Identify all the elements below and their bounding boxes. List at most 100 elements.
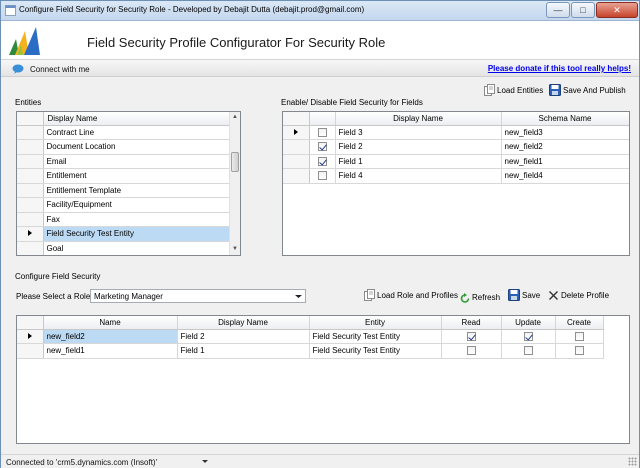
row-header[interactable] [17, 197, 44, 213]
security-entity[interactable]: Field Security Test Entity [309, 329, 442, 344]
entity-row[interactable]: Email [17, 154, 232, 169]
fields-column-schema-name[interactable]: Schema Name [501, 112, 629, 126]
field-enable-cell[interactable] [309, 139, 336, 155]
fields-column-display-name[interactable]: Display Name [335, 112, 502, 126]
update-cell[interactable] [501, 343, 556, 359]
security-field-name[interactable]: new_field1 [43, 343, 178, 359]
chat-bubble-icon[interactable] [12, 64, 24, 74]
security-display-name[interactable]: Field 1 [177, 343, 310, 359]
maximize-icon[interactable]: □ [571, 2, 595, 18]
create-cell[interactable] [555, 343, 604, 359]
row-header[interactable] [17, 212, 44, 227]
column-update[interactable]: Update [501, 316, 556, 330]
role-select[interactable]: Marketing Manager [90, 289, 306, 303]
donate-link[interactable]: Please donate if this tool really helps! [488, 64, 631, 73]
update-cell[interactable] [501, 329, 556, 344]
row-header[interactable] [17, 343, 44, 359]
entity-row[interactable]: Goal [17, 241, 232, 255]
security-display-name[interactable]: Field 2 [177, 329, 310, 344]
field-enable-cell[interactable] [309, 154, 336, 169]
entity-name[interactable]: Contract Line [43, 125, 232, 140]
entities-column-header[interactable]: Display Name [43, 112, 232, 126]
minimize-icon[interactable]: — [546, 2, 570, 18]
update-checkbox[interactable] [523, 346, 533, 356]
entity-name[interactable]: Facility/Equipment [43, 197, 232, 213]
security-entity[interactable]: Field Security Test Entity [309, 343, 442, 359]
column-create[interactable]: Create [555, 316, 604, 330]
field-schema-name[interactable]: new_field3 [501, 125, 629, 140]
entity-name[interactable]: Field Security Test Entity [43, 226, 232, 242]
security-row[interactable]: new_field1 Field 1 Field Security Test Ent… [17, 343, 629, 359]
entity-name[interactable]: Fax [43, 212, 232, 227]
refresh-button[interactable]: Refresh [460, 290, 500, 304]
field-row[interactable]: Field 2 new_field2 [283, 139, 629, 155]
field-row[interactable]: Field 1 new_field1 [283, 154, 629, 169]
connect-with-me-link[interactable]: Connect with me [30, 65, 90, 74]
field-enable-checkbox[interactable] [317, 142, 327, 152]
entities-scrollbar[interactable]: ▲ ▼ [229, 112, 240, 255]
field-schema-name[interactable]: new_field1 [501, 154, 629, 169]
entity-row[interactable]: Entitlement Template [17, 183, 232, 198]
column-name[interactable]: Name [43, 316, 178, 330]
read-cell[interactable] [441, 329, 502, 344]
row-header[interactable] [283, 168, 310, 184]
security-field-name[interactable]: new_field2 [43, 329, 178, 344]
entity-row[interactable]: Facility/Equipment [17, 197, 232, 213]
field-enable-cell[interactable] [309, 125, 336, 140]
row-header[interactable] [283, 139, 310, 155]
entity-row[interactable]: Fax [17, 212, 232, 227]
field-display-name[interactable]: Field 1 [335, 154, 502, 169]
field-row[interactable]: Field 3 new_field3 [283, 125, 629, 140]
entity-name[interactable]: Entitlement [43, 168, 232, 184]
field-enable-checkbox[interactable] [317, 156, 327, 166]
entity-name[interactable]: Email [43, 154, 232, 169]
field-row[interactable]: Field 4 new_field4 [283, 168, 629, 184]
column-display-name[interactable]: Display Name [177, 316, 310, 330]
load-role-profiles-button[interactable]: Load Role and Profiles [364, 288, 458, 302]
status-dropdown-icon[interactable] [202, 460, 208, 463]
resize-grip-icon[interactable] [628, 457, 637, 466]
row-header[interactable] [17, 241, 44, 255]
field-schema-name[interactable]: new_field2 [501, 139, 629, 155]
security-row[interactable]: new_field2 Field 2 Field Security Test Ent… [17, 329, 629, 344]
row-header[interactable] [283, 154, 310, 169]
field-enable-cell[interactable] [309, 168, 336, 184]
entity-name[interactable]: Entitlement Template [43, 183, 232, 198]
save-button[interactable]: Save [508, 288, 540, 302]
chevron-down-icon[interactable] [293, 291, 304, 301]
field-security-grid[interactable]: Name Display Name Entity Read Update Cre… [16, 315, 630, 444]
create-checkbox[interactable] [574, 331, 584, 341]
entity-name[interactable]: Document Location [43, 139, 232, 155]
create-checkbox[interactable] [574, 346, 584, 356]
enable-column-header[interactable] [309, 112, 336, 126]
row-header[interactable] [17, 168, 44, 184]
entities-grid[interactable]: Display Name Contract Line Document Locat… [16, 111, 241, 256]
scroll-down-icon[interactable]: ▼ [230, 244, 240, 255]
load-entities-button[interactable]: Load Entities [484, 83, 543, 97]
close-icon[interactable]: ✕ [596, 2, 638, 18]
read-checkbox[interactable] [466, 331, 476, 341]
row-header[interactable] [283, 125, 310, 140]
row-header[interactable] [17, 125, 44, 140]
entity-row[interactable]: Entitlement [17, 168, 232, 184]
entity-row[interactable]: Document Location [17, 139, 232, 155]
update-checkbox[interactable] [523, 331, 533, 341]
row-header[interactable] [17, 329, 44, 344]
title-bar[interactable]: Configure Field Security for Security Ro… [1, 1, 639, 21]
read-checkbox[interactable] [466, 346, 476, 356]
entity-name[interactable]: Goal [43, 241, 232, 255]
entity-row[interactable]: Field Security Test Entity [17, 226, 232, 242]
create-cell[interactable] [555, 329, 604, 344]
row-header[interactable] [17, 139, 44, 155]
entity-row[interactable]: Contract Line [17, 125, 232, 140]
row-header[interactable] [17, 183, 44, 198]
read-cell[interactable] [441, 343, 502, 359]
field-display-name[interactable]: Field 3 [335, 125, 502, 140]
field-enable-checkbox[interactable] [317, 171, 327, 181]
field-display-name[interactable]: Field 2 [335, 139, 502, 155]
field-display-name[interactable]: Field 4 [335, 168, 502, 184]
row-header[interactable] [17, 154, 44, 169]
field-schema-name[interactable]: new_field4 [501, 168, 629, 184]
delete-profile-button[interactable]: Delete Profile [548, 288, 609, 302]
scroll-up-icon[interactable]: ▲ [230, 112, 240, 123]
